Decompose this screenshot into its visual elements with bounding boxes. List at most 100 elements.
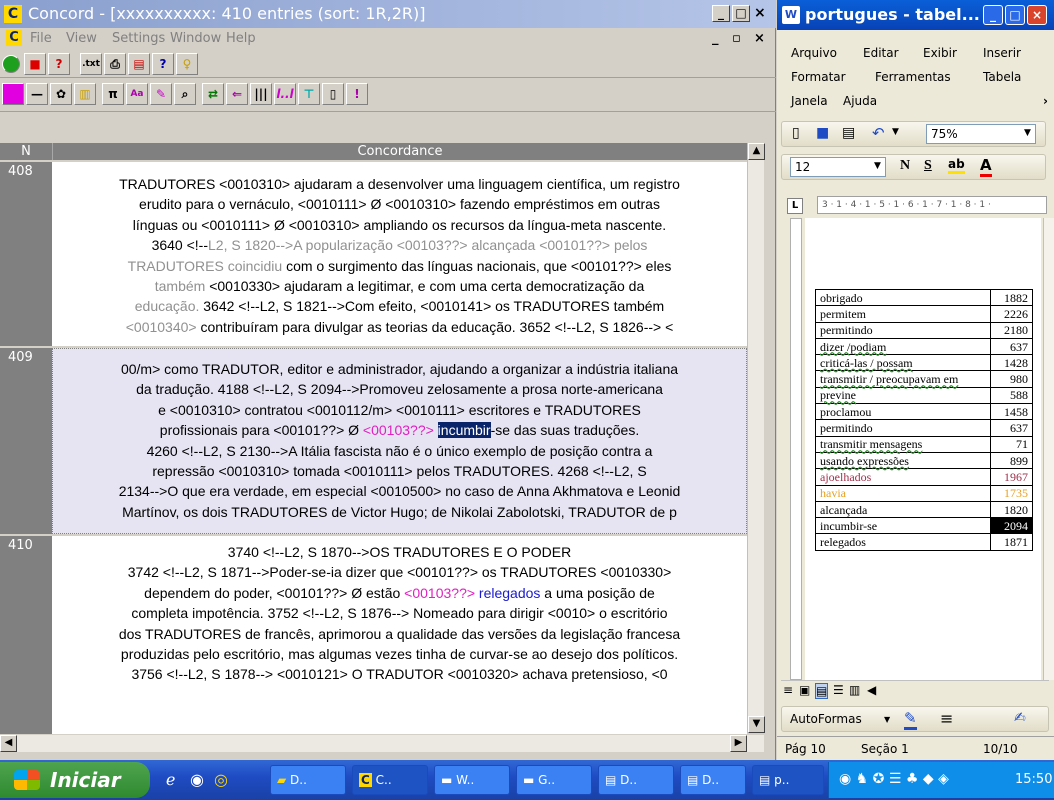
table-row[interactable]: transmitir / preocupavam em 980 bbox=[815, 370, 1033, 388]
tray-icons[interactable]: ◉ ♞ ✪ ☰ ♣ ◆ ◈ bbox=[839, 771, 949, 787]
task-folder[interactable]: ▰ D.. bbox=[270, 765, 346, 795]
table-row[interactable]: havia 1735 bbox=[815, 484, 1033, 502]
line-style-icon[interactable]: ≡ bbox=[940, 709, 953, 728]
minimize-button[interactable]: _ bbox=[712, 5, 730, 22]
table-row[interactable]: alcançada 1820 bbox=[815, 500, 1033, 519]
print-preview-icon[interactable]: ▤ bbox=[128, 53, 150, 75]
reading-view-icon[interactable]: ▥ bbox=[849, 683, 860, 697]
table-cell-word[interactable]: proclamou bbox=[815, 403, 991, 421]
menu-view[interactable]: View bbox=[66, 31, 97, 46]
word-close-button[interactable]: × bbox=[1027, 5, 1047, 25]
table-cell-number[interactable]: 1967 bbox=[990, 468, 1033, 486]
table-row[interactable]: obrigado 1882 bbox=[815, 288, 1033, 307]
table-cell-number[interactable]: 1882 bbox=[990, 288, 1033, 307]
concordance-row-selected[interactable]: 00/m> como TRADUTOR, editor e administra… bbox=[52, 348, 747, 534]
save-icon[interactable]: ■ bbox=[24, 53, 46, 75]
table-cell-number[interactable]: 637 bbox=[990, 419, 1033, 437]
undo-icon[interactable]: ↶ bbox=[872, 124, 885, 142]
browser-icon[interactable]: ◉ bbox=[190, 770, 204, 789]
column-header-n[interactable]: N bbox=[0, 143, 52, 160]
table-cell-word[interactable]: transmitir / preocupavam em bbox=[815, 370, 991, 388]
new-document-icon[interactable]: ▯ bbox=[792, 125, 800, 141]
table-cell-number[interactable]: 2180 bbox=[990, 321, 1033, 339]
table-cell-word[interactable]: alcançada bbox=[815, 500, 991, 519]
bold-icon[interactable]: N bbox=[900, 158, 910, 174]
task-g[interactable]: ▬ G.. bbox=[516, 765, 592, 795]
menu-janela[interactable]: Janela bbox=[791, 94, 828, 108]
columns-icon[interactable]: ▥ bbox=[74, 83, 96, 105]
help-icon[interactable]: ? bbox=[152, 53, 174, 75]
line-color-icon[interactable]: ✎ bbox=[904, 709, 917, 730]
txt-icon[interactable]: .txt bbox=[80, 53, 102, 75]
word-titlebar[interactable]: W portugues - tabel... _ □ × bbox=[777, 0, 1054, 30]
undo-dropdown-icon[interactable]: ▼ bbox=[892, 127, 899, 137]
table-cell-number[interactable]: 588 bbox=[990, 386, 1033, 405]
pi-icon[interactable]: π bbox=[102, 83, 124, 105]
table-cell-word[interactable]: relegados bbox=[815, 533, 991, 551]
italic-l-icon[interactable]: l..l bbox=[274, 83, 296, 105]
table-row[interactable]: incumbir-se 2094 bbox=[815, 517, 1033, 535]
clipboard-icon[interactable]: ▯ bbox=[322, 83, 344, 105]
menu-help[interactable]: Help bbox=[226, 31, 256, 46]
arrow-icon[interactable]: ⇐ bbox=[226, 83, 248, 105]
print-view-icon[interactable]: ▤ bbox=[815, 683, 829, 699]
column-header-concordance[interactable]: Concordance bbox=[52, 143, 747, 160]
maximize-button[interactable]: □ bbox=[732, 5, 750, 22]
table-cell-number[interactable]: 2226 bbox=[990, 305, 1033, 323]
table-cell-word[interactable]: havia bbox=[815, 484, 991, 502]
concordance-row[interactable]: 3740 <!--L2, S 1870-->OS TRADUTORES E O … bbox=[52, 536, 747, 734]
table-cell-number[interactable]: 1458 bbox=[990, 403, 1033, 421]
concord-titlebar[interactable]: C Concord - [xxxxxxxxxx: 410 entries (so… bbox=[0, 0, 776, 28]
scroll-right-icon[interactable]: ▶ bbox=[730, 735, 747, 752]
table-row[interactable]: permitindo 2180 bbox=[815, 321, 1033, 339]
menu-editar[interactable]: Editar bbox=[863, 46, 899, 60]
scroll-left-icon[interactable]: ◀ bbox=[0, 735, 17, 752]
table-cell-number[interactable]: 637 bbox=[990, 337, 1033, 356]
font-size-select[interactable]: 12 bbox=[790, 157, 886, 177]
table-cell-number[interactable]: 71 bbox=[990, 435, 1033, 453]
start-button[interactable]: Iniciar bbox=[0, 762, 150, 798]
table-row[interactable]: criticá-las / possam 1428 bbox=[815, 354, 1033, 372]
table-cell-number[interactable]: 1735 bbox=[990, 484, 1033, 502]
concordance-row[interactable]: TRADUTORES <0010310> ajudaram a desenvol… bbox=[52, 162, 747, 346]
table-row[interactable]: previne 588 bbox=[815, 386, 1033, 405]
table-cell-word[interactable]: transmitir mensagens bbox=[815, 435, 991, 453]
autoformas-button[interactable]: AutoFormas bbox=[790, 712, 862, 726]
vertical-scrollbar[interactable]: ▲ ▼ bbox=[747, 143, 765, 733]
tip-bulb-icon[interactable]: ♀ bbox=[176, 53, 198, 75]
menu-settings[interactable]: Settings bbox=[112, 31, 165, 46]
help-book-icon[interactable]: ? bbox=[48, 53, 70, 75]
table-row[interactable]: ajoelhados 1967 bbox=[815, 468, 1033, 486]
table-cell-word[interactable]: previne bbox=[815, 386, 991, 405]
table-cell-word[interactable]: incumbir-se bbox=[815, 517, 991, 535]
table-cell-word[interactable]: permitindo bbox=[815, 419, 991, 437]
task-portugues[interactable]: ▤ p.. bbox=[752, 765, 824, 795]
pink-square-icon[interactable] bbox=[2, 83, 24, 105]
highlight-icon[interactable]: ab bbox=[948, 157, 965, 174]
bars-icon[interactable]: ||| bbox=[250, 83, 272, 105]
sort-icon[interactable]: ⇄ bbox=[202, 83, 224, 105]
table-row[interactable]: dizer /podiam 637 bbox=[815, 337, 1033, 356]
menu-arquivo[interactable]: Arquivo bbox=[791, 46, 837, 60]
scroll-down-icon[interactable]: ▼ bbox=[748, 716, 765, 733]
normal-view-icon[interactable]: ≡ bbox=[783, 683, 793, 697]
menu-ferramentas[interactable]: Ferramentas bbox=[875, 70, 951, 84]
task-doc-1[interactable]: ▤ D.. bbox=[598, 765, 674, 795]
close-button[interactable]: × bbox=[754, 5, 766, 21]
ie-icon[interactable]: ℯ bbox=[166, 770, 175, 789]
menu-tabela[interactable]: Tabela bbox=[983, 70, 1021, 84]
print-icon[interactable]: ⎙ bbox=[104, 53, 126, 75]
table-cell-number[interactable]: 2094 bbox=[990, 517, 1033, 535]
exclamation-icon[interactable]: ! bbox=[346, 83, 368, 105]
tab-stop-icon[interactable]: L bbox=[787, 198, 803, 214]
task-doc-2[interactable]: ▤ D.. bbox=[680, 765, 746, 795]
menu-formatar[interactable]: Formatar bbox=[791, 70, 846, 84]
task-word-1[interactable]: ▬ W.. bbox=[434, 765, 510, 795]
table-cell-number[interactable]: 980 bbox=[990, 370, 1033, 388]
font-size-dropdown-icon[interactable]: ▼ bbox=[874, 161, 881, 171]
table-cell-word[interactable]: criticá-las / possam bbox=[815, 354, 991, 372]
underline-icon[interactable]: S bbox=[924, 158, 932, 174]
table-row[interactable]: proclamou 1458 bbox=[815, 403, 1033, 421]
table-cell-number[interactable]: 1871 bbox=[990, 533, 1033, 551]
doc-minimize-button[interactable]: _ bbox=[712, 31, 719, 46]
